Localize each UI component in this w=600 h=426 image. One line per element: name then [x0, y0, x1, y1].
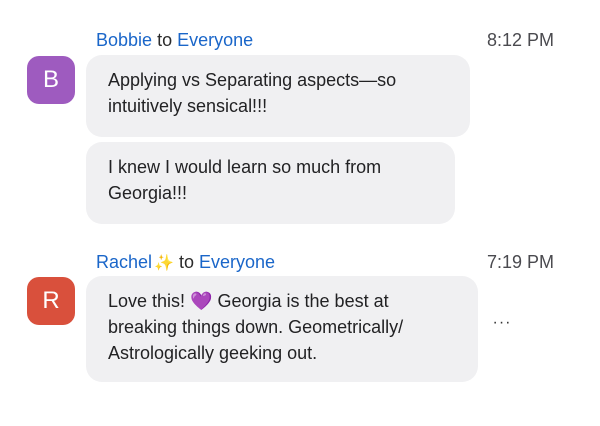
- message-header: Rachel ✨ to Everyone: [96, 250, 275, 276]
- message-timestamp: 8:12 PM: [486, 30, 554, 50]
- avatar[interactable]: B: [27, 56, 75, 104]
- chat-message-group-bobbie: Bobbie to Everyone 8:12 PM B Applying vs S…: [0, 22, 600, 232]
- message-bubble[interactable]: Love this! 💜 Georgia is the best at brea…: [86, 276, 478, 382]
- avatar[interactable]: R: [27, 277, 75, 325]
- sparkles-emoji: ✨: [154, 255, 174, 272]
- recipient-name[interactable]: Everyone: [177, 30, 253, 50]
- to-label: to: [178, 252, 194, 272]
- message-text: Love this!: [108, 291, 186, 311]
- purple-heart-emoji: 💜: [190, 291, 213, 311]
- message-bubble[interactable]: I knew I would learn so much from Georgi…: [86, 142, 455, 224]
- chat-message-group-rachel: Rachel ✨ to Everyone 7:19 PM R Love this! 💜…: [0, 244, 600, 384]
- to-label: to: [157, 30, 173, 50]
- message-timestamp: 7:19 PM: [486, 252, 554, 272]
- recipient-name[interactable]: Everyone: [199, 252, 275, 272]
- message-bubble[interactable]: Applying vs Separating aspects—so intuit…: [86, 55, 470, 137]
- sender-name[interactable]: Bobbie: [96, 30, 152, 50]
- sender-name[interactable]: Rachel: [96, 252, 152, 272]
- message-header: Bobbie to Everyone: [96, 28, 253, 52]
- more-horizontal-icon[interactable]: ···: [490, 315, 514, 334]
